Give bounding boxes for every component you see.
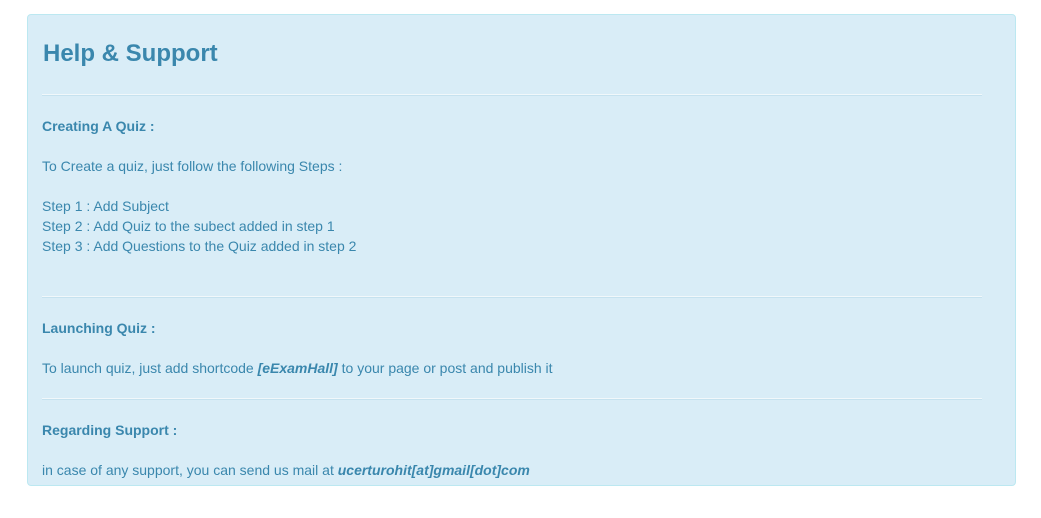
launching-quiz-heading: Launching Quiz : — [42, 320, 156, 336]
help-support-panel: Help & Support Creating A Quiz : To Crea… — [27, 14, 1016, 486]
support-email: ucerturohit[at]gmail[dot]com — [337, 462, 530, 478]
step-2-text: Step 2 : Add Quiz to the subect added in… — [42, 218, 335, 234]
creating-quiz-heading: Creating A Quiz : — [42, 118, 155, 134]
support-text: in case of any support, you can send us … — [42, 460, 530, 480]
divider — [42, 296, 982, 298]
support-text-before: in case of any support, you can send us … — [42, 462, 338, 478]
launching-quiz-text: To launch quiz, just add shortcode [eExa… — [42, 358, 553, 378]
page-title: Help & Support — [43, 40, 218, 67]
divider — [42, 94, 982, 96]
launch-text-before: To launch quiz, just add shortcode — [42, 360, 258, 376]
creating-quiz-intro: To Create a quiz, just follow the follow… — [42, 158, 343, 174]
support-heading: Regarding Support : — [42, 422, 178, 438]
launch-text-after: to your page or post and publish it — [337, 360, 553, 376]
step-3-text: Step 3 : Add Questions to the Quiz added… — [42, 238, 357, 254]
divider — [42, 398, 982, 400]
shortcode: [eExamHall] — [257, 360, 338, 376]
step-1-text: Step 1 : Add Subject — [42, 198, 169, 214]
